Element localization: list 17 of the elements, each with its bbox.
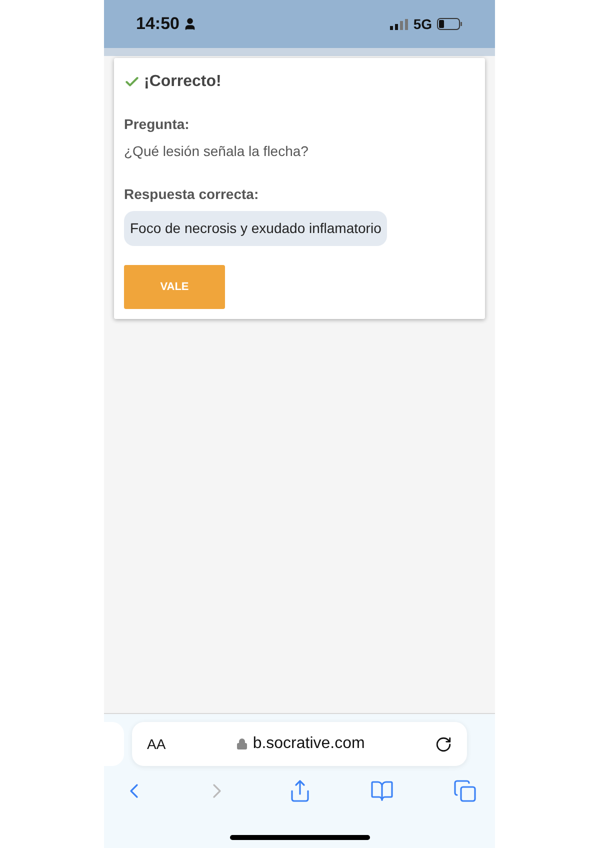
question-label: Pregunta:	[124, 115, 190, 134]
network-label: 5G	[413, 14, 432, 34]
tabs-icon[interactable]	[453, 779, 477, 803]
text-size-button[interactable]: AA	[147, 734, 166, 754]
book-icon[interactable]	[370, 779, 394, 803]
clock-time: 14:50	[136, 13, 180, 36]
question-text: ¿Qué lesión señala la flecha?	[124, 142, 310, 161]
result-title: ¡Correcto!	[144, 72, 222, 92]
signal-icon	[390, 18, 408, 30]
person-icon	[183, 17, 198, 31]
answer-chip: Foco de necrosis y exudado inflamatorio	[124, 211, 388, 246]
battery-icon	[437, 18, 463, 30]
reload-icon[interactable]	[435, 736, 452, 752]
url-text: b.socrative.com	[252, 734, 365, 754]
address-bar[interactable]: AA b.socrative.com	[132, 722, 467, 766]
lock-icon	[236, 738, 248, 750]
answer-label: Respuesta correcta:	[124, 185, 260, 204]
